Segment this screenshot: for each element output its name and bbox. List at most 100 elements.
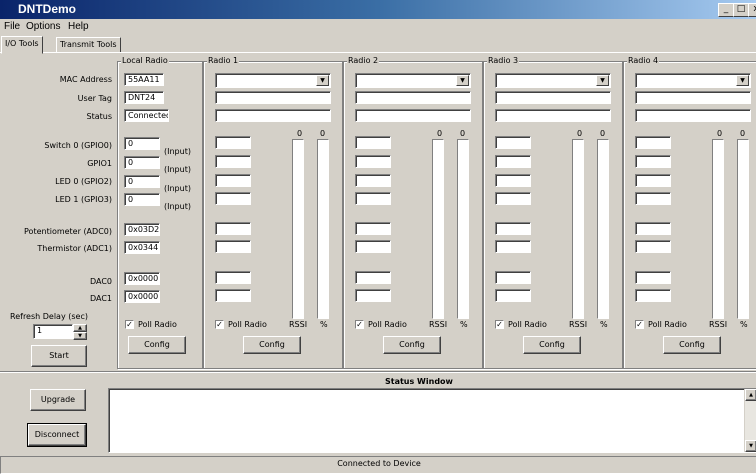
local-config-button[interactable]: Config [128,336,186,354]
remote-gpio0-field[interactable] [635,136,671,149]
remote-mac-combo[interactable]: ▼ [635,73,751,88]
remote-config-button[interactable]: Config [523,336,581,354]
remote-dac0-field[interactable] [215,271,251,284]
chevron-down-icon[interactable]: ▼ [596,75,609,86]
remote-poll-checkbox[interactable]: ✓ [495,320,504,329]
remote-poll-label: Poll Radio [648,320,687,329]
rssi-label: RSSI [569,320,588,329]
user-tag-label: User Tag [77,94,112,103]
rssi-value: 0 [437,129,443,138]
local-gpio2-field[interactable]: 0 [124,175,160,188]
local-adc0-field: 0x03D2 [124,223,160,236]
maximize-button[interactable]: □ [733,3,749,17]
status-window-text[interactable]: ▲ ▼ [108,388,756,453]
start-button[interactable]: Start [31,345,87,367]
remote-mac-combo[interactable]: ▼ [215,73,331,88]
remote-user-tag-field[interactable] [635,91,751,104]
local-gpio1-field[interactable]: 0 [124,156,160,169]
remote-gpio1-field[interactable] [215,155,251,168]
dac0-label: DAC0 [89,277,112,286]
status-window-title: Status Window [385,377,453,386]
remote-gpio2-field[interactable] [355,174,391,187]
remote-gpio2-field[interactable] [215,174,251,187]
remote-config-button[interactable]: Config [243,336,301,354]
scroll-up-button[interactable]: ▲ [745,389,756,401]
remote-user-tag-field[interactable] [355,91,471,104]
gpio2-input-note: (Input) [164,184,191,193]
remote-poll-checkbox[interactable]: ✓ [355,320,364,329]
refresh-delay-input[interactable]: 1 [33,324,73,339]
remote-gpio0-field[interactable] [215,136,251,149]
remote-mac-combo[interactable]: ▼ [495,73,611,88]
remote-gpio3-field[interactable] [635,192,671,205]
menu-file[interactable]: File [4,21,20,32]
remote-poll-checkbox[interactable]: ✓ [635,320,644,329]
menu-options[interactable]: Options [26,21,60,32]
local-dac0-field[interactable]: 0x0000 [124,272,160,285]
mac-address-label: MAC Address [59,75,112,84]
percent-bar [737,139,749,319]
scroll-down-button[interactable]: ▼ [745,440,756,452]
remote-radio-title: Radio 1 [207,56,240,65]
remote-config-button[interactable]: Config [663,336,721,354]
remote-dac0-field[interactable] [635,271,671,284]
rssi-value: 0 [297,129,303,138]
remote-gpio1-field[interactable] [495,155,531,168]
title-bar[interactable]: DNTDemo _ □ x [0,0,756,19]
local-poll-checkbox[interactable]: ✓ [125,320,134,329]
local-poll-label: Poll Radio [138,320,177,329]
tab-io-tools[interactable]: I/O Tools [1,36,43,54]
remote-dac0-field[interactable] [495,271,531,284]
local-dac1-field[interactable]: 0x0000 [124,290,160,303]
upgrade-button[interactable]: Upgrade [30,389,86,411]
chevron-down-icon[interactable]: ▼ [316,75,329,86]
local-gpio0-field[interactable]: 0 [124,137,160,150]
spin-up-button[interactable]: ▲ [73,324,87,332]
status-label: Status [86,112,113,121]
close-button[interactable]: x [748,3,756,17]
remote-poll-checkbox[interactable]: ✓ [215,320,224,329]
percent-label: % [740,320,748,329]
remote-gpio0-field[interactable] [355,136,391,149]
local-gpio3-field[interactable]: 0 [124,193,160,206]
remote-dac1-field[interactable] [215,289,251,302]
remote-user-tag-field[interactable] [495,91,611,104]
remote-dac0-field[interactable] [355,271,391,284]
remote-radio-title: Radio 4 [627,56,660,65]
local-user-tag-field[interactable]: DNT24 [124,91,164,104]
rssi-value: 0 [577,129,583,138]
menu-help[interactable]: Help [68,21,89,32]
remote-gpio0-field[interactable] [495,136,531,149]
tab-transmit-tools[interactable]: Transmit Tools [56,37,121,53]
potentiometer-label: Potentiometer (ADC0) [24,227,112,236]
percent-value: 0 [600,129,606,138]
gpio1-label: GPIO1 [87,159,112,168]
gpio1-input-note: (Input) [164,165,191,174]
spin-down-button[interactable]: ▼ [73,332,87,340]
remote-gpio2-field[interactable] [635,174,671,187]
remote-config-button[interactable]: Config [383,336,441,354]
remote-gpio2-field[interactable] [495,174,531,187]
remote-gpio3-field[interactable] [215,192,251,205]
remote-gpio3-field[interactable] [495,192,531,205]
remote-gpio1-field[interactable] [635,155,671,168]
remote-adc1-field [355,240,391,253]
remote-poll-label: Poll Radio [228,320,267,329]
remote-poll-label: Poll Radio [508,320,547,329]
remote-gpio1-field[interactable] [355,155,391,168]
chevron-down-icon[interactable]: ▼ [736,75,749,86]
remote-dac1-field[interactable] [635,289,671,302]
remote-dac1-field[interactable] [495,289,531,302]
remote-radio-title: Radio 3 [487,56,520,65]
chevron-down-icon[interactable]: ▼ [456,75,469,86]
remote-status-field [215,109,331,122]
disconnect-button[interactable]: Disconnect [27,423,87,447]
minimize-button[interactable]: _ [718,3,734,17]
percent-bar [317,139,329,319]
remote-gpio3-field[interactable] [355,192,391,205]
remote-dac1-field[interactable] [355,289,391,302]
local-mac-field[interactable]: 55AA11 [124,73,164,86]
remote-mac-combo[interactable]: ▼ [355,73,471,88]
remote-user-tag-field[interactable] [215,91,331,104]
status-scrollbar[interactable]: ▲ ▼ [744,389,756,452]
